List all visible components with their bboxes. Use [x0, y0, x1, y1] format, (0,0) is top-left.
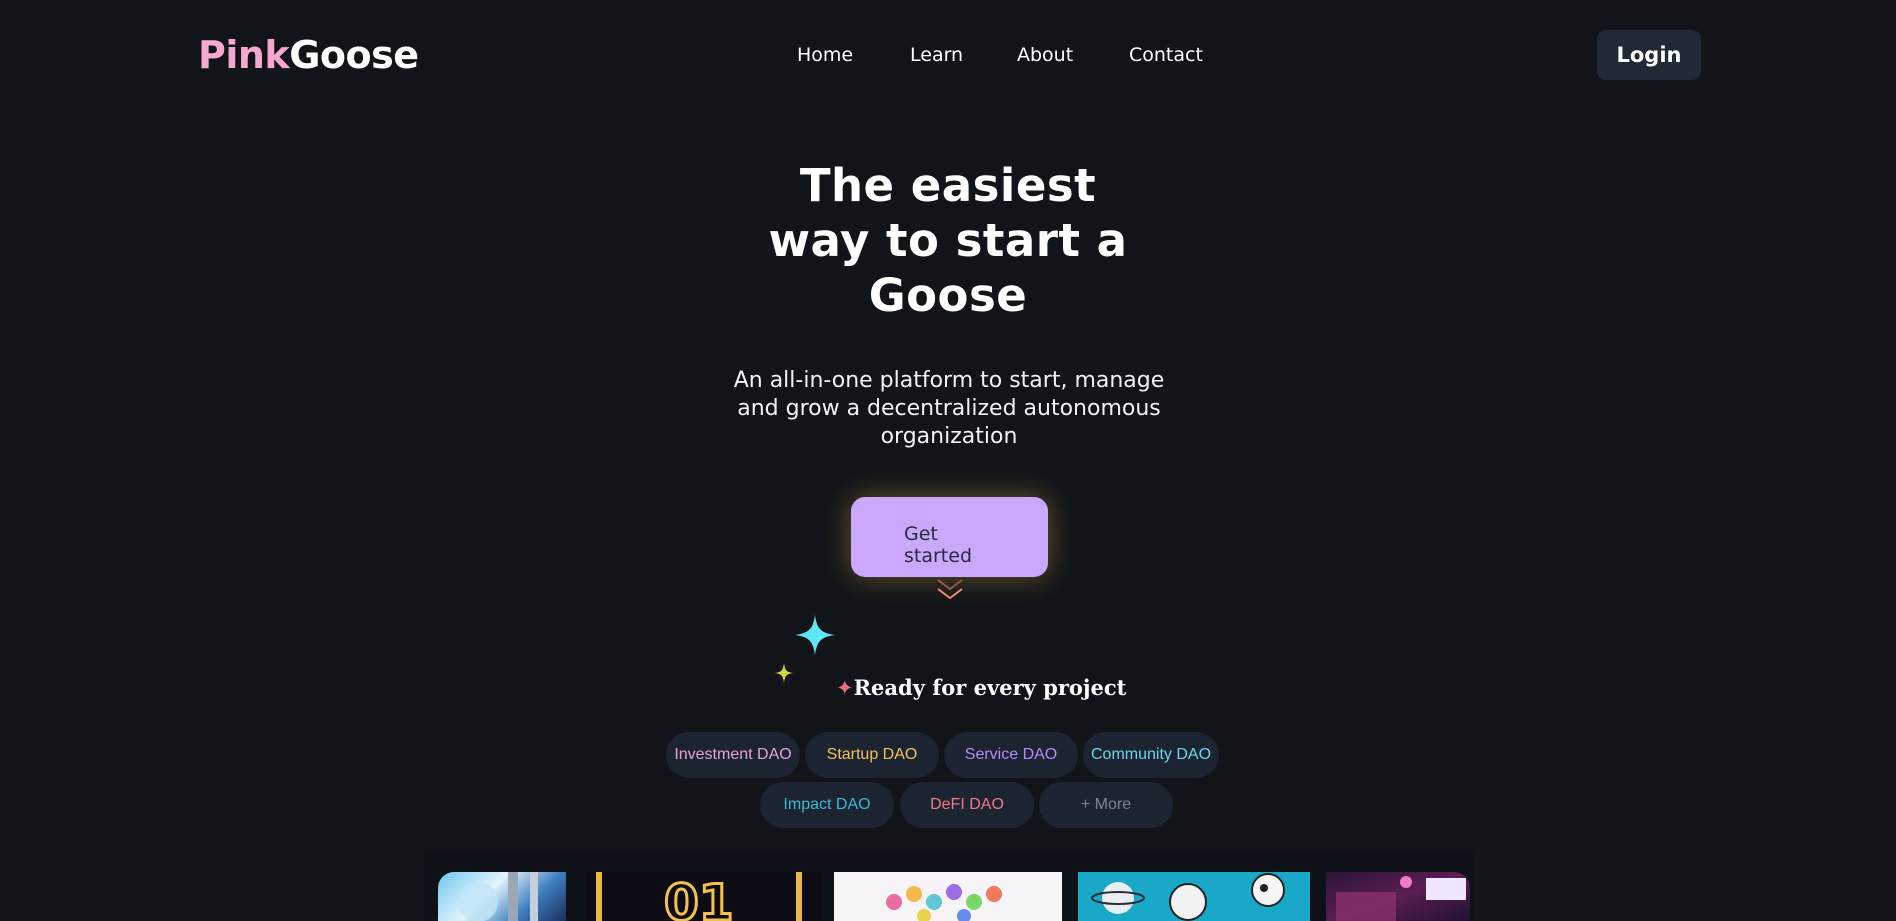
hero-subtitle-line-1: An all-in-one platform to start, manage: [733, 368, 1165, 393]
nav-about[interactable]: About: [1017, 42, 1073, 68]
sparkle-icon-pink: ✦: [836, 676, 854, 700]
showcase-thumb-2-art: 01: [596, 872, 802, 921]
tag-more[interactable]: + More: [1039, 782, 1173, 828]
get-started-button[interactable]: Get started: [851, 497, 1048, 577]
logo-text-pink: Pink: [198, 33, 290, 77]
get-started-line-2: started: [904, 545, 973, 567]
section-title: Ready for every project: [853, 675, 1127, 700]
showcase-thumb-2[interactable]: 01: [586, 872, 822, 921]
nav-contact[interactable]: Contact: [1129, 42, 1203, 68]
showcase-thumb-1-art: [458, 872, 538, 921]
hero-subtitle-line-2: and grow a decentralized autonomous: [737, 396, 1161, 421]
showcase-thumb-4[interactable]: [1078, 872, 1310, 921]
login-button[interactable]: Login: [1597, 30, 1701, 80]
showcase-image-strip: 01: [438, 872, 1470, 921]
showcase-thumb-3[interactable]: [834, 872, 1062, 921]
logo-text-white: Goose: [289, 33, 419, 77]
hero-title-line-3: Goose: [868, 269, 1028, 322]
tag-defi-dao[interactable]: DeFI DAO: [900, 782, 1034, 828]
svg-text:01: 01: [664, 874, 734, 921]
pinkgoose-logo[interactable]: PinkGoose: [198, 30, 419, 80]
hero-title-line-2: way to start a: [768, 214, 1128, 267]
tag-community-dao[interactable]: Community DAO: [1083, 732, 1219, 778]
chevron-double-down-icon[interactable]: [936, 577, 964, 605]
nav-home[interactable]: Home: [797, 42, 853, 68]
nav-learn[interactable]: Learn: [910, 42, 963, 68]
hero-subtitle: An all-in-one platform to start, manage …: [700, 367, 1198, 451]
hero-title: The easiest way to start a Goose: [748, 158, 1148, 323]
showcase-thumb-1[interactable]: [438, 872, 566, 921]
tag-startup-dao[interactable]: Startup DAO: [805, 732, 939, 778]
get-started-line-1: Get: [904, 523, 938, 545]
tag-investment-dao[interactable]: Investment DAO: [666, 732, 800, 778]
hero-title-line-1: The easiest: [799, 159, 1097, 212]
showcase-thumb-5[interactable]: [1326, 872, 1470, 921]
tag-service-dao[interactable]: Service DAO: [944, 732, 1078, 778]
showcase-thumb-4-art: [1091, 873, 1285, 921]
tag-impact-dao[interactable]: Impact DAO: [760, 782, 894, 828]
hero-subtitle-line-3: organization: [880, 424, 1018, 449]
sparkle-icon-cyan: [795, 615, 835, 655]
sparkle-icon-yellow: [775, 663, 793, 683]
top-navigation-bar: PinkGoose Home Learn About Contact Login: [0, 0, 1896, 110]
showcase-thumb-5-art: [1336, 876, 1466, 921]
showcase-thumb-3-art: [886, 884, 1002, 921]
section-heading: ✦Ready for every project: [836, 674, 1126, 702]
